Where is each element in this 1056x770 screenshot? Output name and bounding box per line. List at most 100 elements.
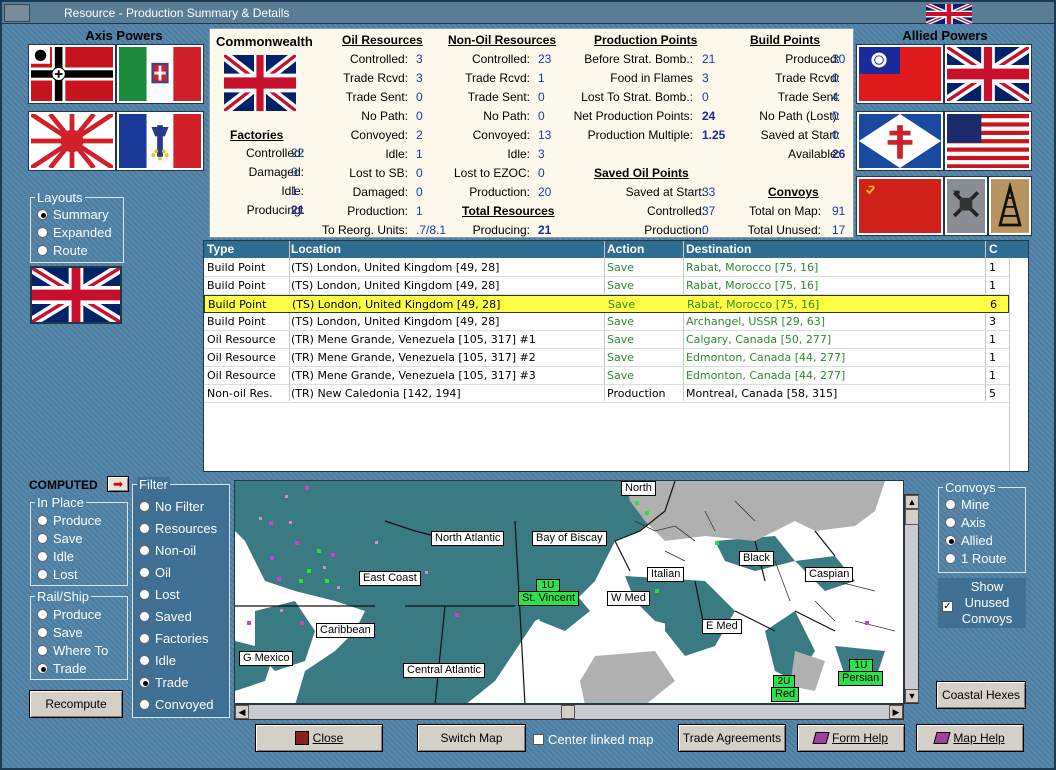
uk-flag[interactable] [945, 45, 1031, 103]
table-cell: Non-oil Res. [207, 387, 273, 400]
filter-radio-9[interactable]: Convoyed [139, 697, 214, 712]
map-label-black: Black [739, 551, 774, 566]
oil-derrick-icon[interactable] [989, 177, 1031, 235]
summary-value: 24 [702, 109, 716, 123]
in-place-radio-2[interactable]: Idle [37, 549, 74, 564]
summary-value: 20 [538, 185, 552, 199]
scroll-thumb-v[interactable] [905, 509, 919, 525]
scroll-left-icon[interactable]: ◀ [235, 705, 249, 719]
table-row[interactable]: Oil Resource (TR) Mene Grande, Venezuela … [204, 367, 1009, 385]
filter-radio-2[interactable]: Non-oil [139, 543, 196, 558]
table-row[interactable]: Oil Resource (TR) Mene Grande, Venezuela … [204, 349, 1009, 367]
scroll-down-icon[interactable]: ▼ [905, 689, 919, 703]
scroll-right-icon[interactable]: ▶ [889, 705, 903, 719]
table-row[interactable]: Build Point (TS) London, United Kingdom [… [204, 295, 1009, 313]
japan-flag[interactable] [29, 112, 115, 170]
filter-radio-1[interactable]: Resources [139, 521, 217, 536]
summary-label: No Path: [483, 109, 530, 123]
resource-table[interactable]: Type Location Action Destination C Build… [203, 240, 1029, 472]
radio-icon [37, 245, 48, 256]
germany-flag[interactable] [29, 45, 115, 103]
computed-arrow-button[interactable]: ➡ [107, 476, 129, 492]
table-cell: 1 [989, 333, 996, 346]
table-cell: Rabat, Morocco [75, 16] [686, 279, 819, 292]
filter-radio-0[interactable]: No Filter [139, 499, 204, 514]
table-row[interactable]: Oil Resource (TR) Mene Grande, Venezuela … [204, 331, 1009, 349]
radio-icon [37, 663, 48, 674]
scroll-thumb-h[interactable] [561, 705, 575, 719]
summary-label: Lost To Strat. Bomb.: [581, 90, 693, 104]
col-count[interactable]: C [989, 242, 998, 256]
table-cell: Oil Resource [207, 333, 276, 346]
summary-label: Lost to SB: [349, 166, 408, 180]
table-row[interactable]: Build Point (TS) London, United Kingdom [… [204, 277, 1009, 295]
convoys-radio-1[interactable]: Axis [945, 515, 986, 530]
rail-ship-radio-3[interactable]: Trade [37, 661, 86, 676]
col-location[interactable]: Location [291, 242, 341, 256]
layout-route-radio[interactable]: Route [37, 243, 88, 258]
vichy-france-flag[interactable] [117, 112, 203, 170]
map-view[interactable]: North North Atlantic Bay of Biscay Black… [234, 480, 904, 704]
minerals-resource-icon[interactable] [945, 177, 987, 235]
map-label-red: Red [771, 687, 800, 702]
layout-expanded-radio[interactable]: Expanded [37, 225, 112, 240]
table-row[interactable]: Non-oil Res. (TR) New Caledonia [142, 194… [204, 385, 1009, 403]
form-help-button[interactable]: Form Help [797, 724, 905, 752]
saved-oil-title: Saved Oil Points [594, 166, 689, 180]
map-vertical-scrollbar[interactable]: ▲ ▼ [904, 494, 919, 704]
summary-value: 1 [291, 184, 298, 198]
table-row[interactable]: Build Point (TS) London, United Kingdom [… [204, 259, 1009, 277]
scroll-up-icon[interactable]: ▲ [905, 495, 919, 509]
convoys-radio-3[interactable]: 1 Route [945, 551, 1007, 566]
table-row[interactable]: Build Point (TS) London, United Kingdom [… [204, 313, 1009, 331]
trade-agreements-button[interactable]: Trade Agreements [678, 724, 786, 752]
col-destination[interactable]: Destination [686, 242, 751, 256]
filter-radio-8[interactable]: Trade [139, 675, 188, 690]
in-place-radio-1[interactable]: Save [37, 531, 83, 546]
radio-icon [139, 501, 150, 512]
free-france-flag[interactable] [857, 112, 943, 170]
usa-flag[interactable] [945, 112, 1031, 170]
convoys-radio-0[interactable]: Mine [945, 497, 989, 512]
recompute-button[interactable]: Recompute [29, 690, 123, 718]
china-flag[interactable] [857, 45, 943, 103]
ussr-flag[interactable] [857, 177, 943, 235]
table-cell: Production [607, 387, 666, 400]
checkbox-checked-icon[interactable]: ✓ [942, 601, 953, 612]
in-place-radio-0[interactable]: Produce [37, 513, 101, 528]
col-action[interactable]: Action [607, 242, 644, 256]
map-help-button[interactable]: Map Help [916, 724, 1024, 752]
window-menu-icon[interactable] [4, 4, 30, 22]
table-cell: Oil Resource [207, 369, 276, 382]
show-unused-convoys-toggle[interactable]: ✓ Show Unused Convoys [938, 578, 1026, 628]
rail-ship-radio-0[interactable]: Produce [37, 607, 101, 622]
filter-radio-6[interactable]: Factories [139, 631, 208, 646]
coastal-hexes-button[interactable]: Coastal Hexes [936, 681, 1026, 709]
col-type[interactable]: Type [207, 242, 234, 256]
close-button[interactable]: Close [255, 724, 383, 752]
commonwealth-selector-flag[interactable] [31, 267, 121, 323]
table-cell: Oil Resource [207, 351, 276, 364]
center-linked-map-checkbox[interactable]: Center linked map [533, 732, 654, 747]
rail-ship-radio-1[interactable]: Save [37, 625, 83, 640]
radio-icon [37, 645, 48, 656]
filter-radio-4[interactable]: Lost [139, 587, 180, 602]
in-place-radio-3[interactable]: Lost [37, 567, 78, 582]
radio-icon [945, 499, 956, 510]
filter-radio-7[interactable]: Idle [139, 653, 176, 668]
table-scroll-area[interactable] [1009, 258, 1028, 471]
map-horizontal-scrollbar[interactable]: ◀ ▶ [234, 704, 904, 720]
rail-ship-radio-2[interactable]: Where To [37, 643, 108, 658]
italy-flag[interactable] [117, 45, 203, 103]
radio-icon [37, 533, 48, 544]
radio-icon [139, 677, 150, 688]
layout-summary-radio[interactable]: Summary [37, 207, 109, 222]
filter-radio-5[interactable]: Saved [139, 609, 192, 624]
map-label-north: North [621, 481, 656, 496]
convoys-radio-2[interactable]: Allied [945, 533, 993, 548]
summary-value: 23 [538, 52, 552, 66]
switch-map-button[interactable]: Switch Map [417, 724, 526, 752]
checkbox-icon[interactable] [533, 734, 544, 745]
filter-radio-3[interactable]: Oil [139, 565, 171, 580]
summary-value: 3 [702, 71, 709, 85]
